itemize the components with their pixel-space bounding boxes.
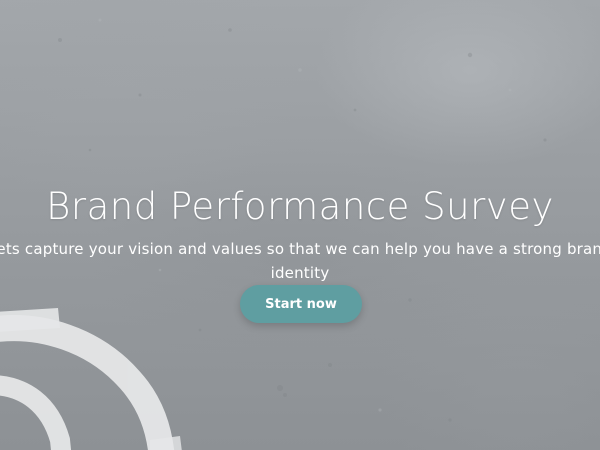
page-title: Brand Performance Survey — [46, 184, 554, 228]
hero-section: Brand Performance Survey Lets capture yo… — [0, 0, 600, 450]
hero-subtitle: Lets capture your vision and values so t… — [0, 240, 600, 282]
start-now-button[interactable]: Start now — [240, 285, 362, 323]
